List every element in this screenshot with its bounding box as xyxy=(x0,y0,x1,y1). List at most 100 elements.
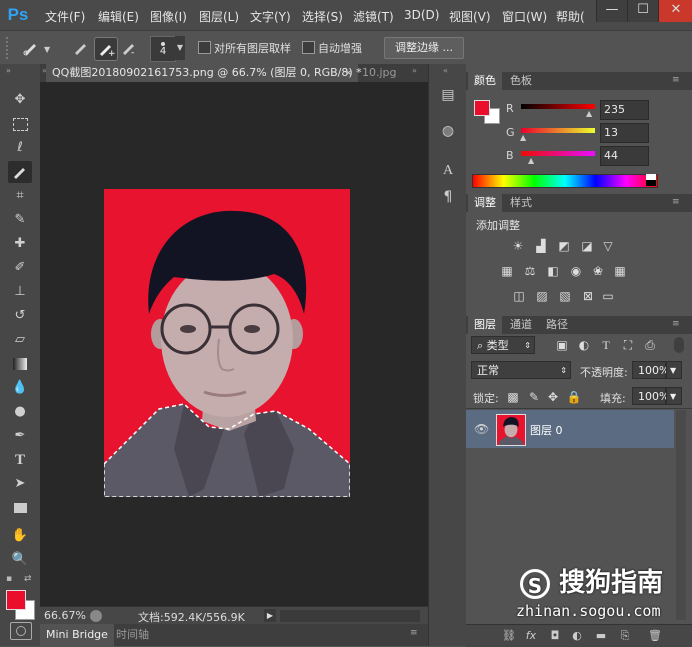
minimize-button[interactable]: — xyxy=(596,0,627,22)
maximize-button[interactable]: ☐ xyxy=(627,0,658,22)
delete-layer-icon[interactable]: 🗑 xyxy=(648,629,662,643)
bottom-panel-menu-icon[interactable]: ≡ xyxy=(410,628,418,638)
dodge-tool-icon[interactable]: ● xyxy=(8,401,32,423)
layer-visibility-eye-icon[interactable]: 👁 xyxy=(474,422,489,436)
filter-toggle-switch[interactable] xyxy=(674,337,684,353)
color-fg-swatch[interactable] xyxy=(474,100,490,116)
link-layers-icon[interactable]: ⛓ xyxy=(502,629,516,643)
photo-filter-icon[interactable]: ◉ xyxy=(568,263,584,279)
marquee-tool-icon[interactable] xyxy=(8,113,32,135)
new-group-icon[interactable]: ▬ xyxy=(594,629,608,643)
layers-scrollbar[interactable] xyxy=(676,410,686,620)
move-tool-icon[interactable]: ✥ xyxy=(8,89,32,111)
menu-3d[interactable]: 3D(D) xyxy=(404,8,439,22)
blend-mode-dropdown[interactable]: 正常 ⇕ xyxy=(471,361,571,379)
horizontal-scrollbar[interactable] xyxy=(280,610,420,622)
new-adjustment-layer-icon[interactable]: ◐ xyxy=(570,629,584,643)
fill-input[interactable]: 100% xyxy=(632,387,669,405)
tab-adjustments[interactable]: 调整 xyxy=(468,194,502,212)
default-colors-icon[interactable]: ▪ xyxy=(6,574,12,584)
filter-type-icon[interactable]: T xyxy=(598,337,614,353)
r-slider[interactable] xyxy=(521,104,595,109)
color-panel-menu-icon[interactable]: ≡ xyxy=(672,75,680,85)
posterize-icon[interactable]: ▨ xyxy=(534,288,550,304)
layer-filter-dropdown[interactable]: ⌕ 类型 ⇕ xyxy=(471,336,535,354)
new-selection-button[interactable] xyxy=(70,37,92,59)
filter-pixel-icon[interactable]: ▣ xyxy=(554,337,570,353)
exposure-icon[interactable]: ◪ xyxy=(579,238,595,254)
clone-stamp-tool-icon[interactable]: ⊥ xyxy=(8,281,32,303)
adjustments-panel-menu-icon[interactable]: ≡ xyxy=(672,197,680,207)
photo-canvas[interactable] xyxy=(104,189,350,497)
levels-icon[interactable]: ▟ xyxy=(533,238,549,254)
quick-mask-icon[interactable] xyxy=(10,622,32,640)
tab-mini-bridge[interactable]: Mini Bridge xyxy=(40,624,114,646)
add-mask-icon[interactable]: ◘ xyxy=(548,629,562,643)
auto-enhance-checkbox[interactable] xyxy=(302,41,315,54)
tab-swatches[interactable]: 色板 xyxy=(504,72,538,90)
g-slider-thumb-icon[interactable]: ▲ xyxy=(520,133,526,142)
new-layer-icon[interactable]: ⎘ xyxy=(618,629,632,643)
tool-preset-picker[interactable] xyxy=(20,37,42,59)
spectrum-black-swatch[interactable] xyxy=(646,180,656,186)
tab-color[interactable]: 颜色 xyxy=(468,72,502,90)
swap-colors-icon[interactable]: ⇄ xyxy=(24,574,32,584)
character-panel-icon[interactable]: A xyxy=(437,160,459,182)
r-slider-thumb-icon[interactable]: ▲ xyxy=(586,109,592,118)
pen-tool-icon[interactable]: ✒ xyxy=(8,425,32,447)
refine-edge-button[interactable]: 调整边缘 ... xyxy=(384,37,464,59)
close-tab-icon[interactable]: × xyxy=(344,64,353,82)
filter-adjustment-icon[interactable]: ◐ xyxy=(576,337,592,353)
color-balance-icon[interactable]: ⚖ xyxy=(522,263,538,279)
black-white-icon[interactable]: ◧ xyxy=(545,263,561,279)
tab-active-document[interactable]: QQ截图20180902161753.png @ 66.7% (图层 0, RG… xyxy=(46,64,362,82)
blur-tool-icon[interactable]: 💧 xyxy=(8,377,32,399)
lock-image-icon[interactable]: ✎ xyxy=(526,389,542,405)
subtract-selection-button[interactable]: - xyxy=(118,37,140,59)
rectangle-tool-icon[interactable] xyxy=(8,497,32,519)
crop-tool-icon[interactable]: ⌗ xyxy=(8,185,32,207)
zoom-tool-icon[interactable]: 🔍 xyxy=(8,549,32,571)
close-button[interactable]: ✕ xyxy=(658,0,692,22)
layer-row-layer-0[interactable]: 👁 图层 0 xyxy=(466,410,674,448)
menu-edit[interactable]: 编辑(E) xyxy=(98,8,139,25)
foreground-color-swatch[interactable] xyxy=(6,590,26,610)
b-value-input[interactable]: 44 xyxy=(600,146,649,166)
invert-icon[interactable]: ◫ xyxy=(511,288,527,304)
brush-size-picker[interactable]: 4 xyxy=(150,36,176,62)
collapse-tools-icon[interactable]: » xyxy=(6,66,11,75)
gradient-tool-icon[interactable] xyxy=(8,353,32,375)
channel-mixer-icon[interactable]: ❀ xyxy=(590,263,606,279)
menu-help[interactable]: 帮助( xyxy=(556,8,585,25)
tab-channels[interactable]: 通道 xyxy=(504,316,538,334)
type-tool-icon[interactable]: T xyxy=(8,449,32,471)
lasso-tool-icon[interactable]: ℓ xyxy=(8,137,32,159)
filter-smart-object-icon[interactable]: ⎙ xyxy=(642,337,658,353)
lock-position-icon[interactable]: ✥ xyxy=(545,389,561,405)
selective-color-icon[interactable]: ⊠ xyxy=(580,288,596,304)
sample-all-layers-checkbox[interactable] xyxy=(198,41,211,54)
path-selection-tool-icon[interactable]: ➤ xyxy=(8,473,32,495)
tab-paths[interactable]: 路径 xyxy=(540,316,574,334)
history-brush-tool-icon[interactable]: ↺ xyxy=(8,305,32,327)
menu-filter[interactable]: 滤镜(T) xyxy=(353,8,394,25)
add-selection-button[interactable]: + xyxy=(94,37,118,61)
zoom-level[interactable]: 66.67% xyxy=(44,609,86,622)
menu-file[interactable]: 文件(F) xyxy=(45,8,85,25)
layer-style-icon[interactable]: fx xyxy=(524,629,538,643)
brush-size-dropdown-icon[interactable]: ▼ xyxy=(175,36,185,60)
dock-collapse-icon[interactable]: « xyxy=(443,66,448,75)
eraser-tool-icon[interactable]: ▱ xyxy=(8,329,32,351)
opacity-input[interactable]: 100% xyxy=(632,361,669,379)
color-spectrum-ramp[interactable] xyxy=(472,174,658,188)
quick-selection-tool-icon[interactable] xyxy=(8,161,32,183)
menu-image[interactable]: 图像(I) xyxy=(150,8,187,25)
filter-shape-icon[interactable]: ⛶ xyxy=(620,337,636,353)
menu-layer[interactable]: 图层(L) xyxy=(199,8,239,25)
tab-styles[interactable]: 样式 xyxy=(504,194,538,212)
layers-panel-menu-icon[interactable]: ≡ xyxy=(672,319,680,329)
paragraph-panel-icon[interactable]: ¶ xyxy=(437,186,459,208)
tabs-overflow-icon[interactable]: » xyxy=(412,66,417,75)
r-value-input[interactable]: 235 xyxy=(600,100,649,120)
opacity-dropdown-icon[interactable]: ▼ xyxy=(666,361,682,379)
